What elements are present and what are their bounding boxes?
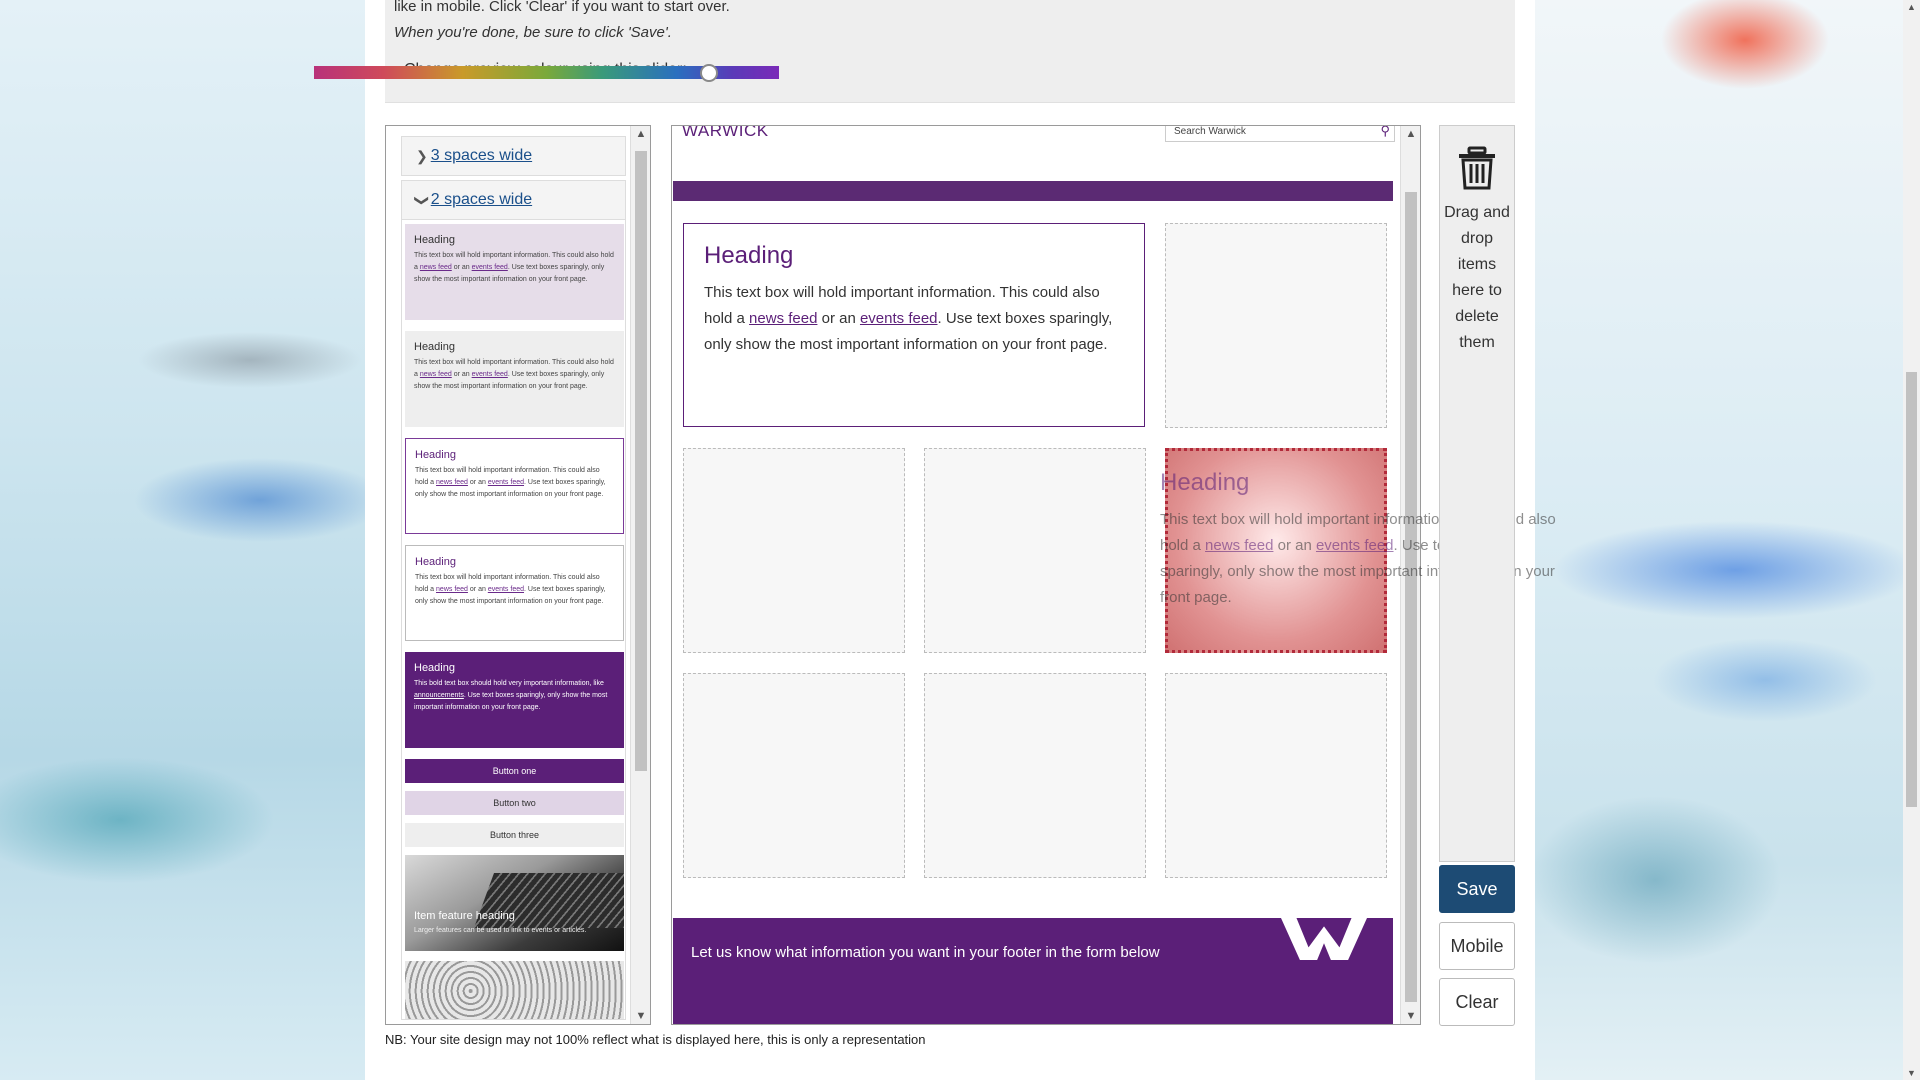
- palette-item-text: or an: [467, 479, 488, 486]
- events-feed-link: events feed: [471, 371, 508, 378]
- palette-scrollbar[interactable]: ▲ ▼: [630, 126, 650, 1024]
- palette-item-textbox-outline-grey[interactable]: Heading This text box will hold importan…: [405, 545, 624, 641]
- search-placeholder: Search Warwick: [1174, 126, 1246, 137]
- drop-cell[interactable]: [924, 448, 1146, 653]
- accordion-3-spaces-wide[interactable]: ❯ 3 spaces wide: [401, 136, 626, 176]
- palette-item-heading: Heading: [414, 234, 455, 246]
- announcements-link: announcements: [414, 692, 464, 699]
- scroll-up-icon[interactable]: ▲: [631, 128, 650, 140]
- scrollbar-thumb[interactable]: [1906, 372, 1917, 807]
- save-button[interactable]: Save: [1439, 865, 1515, 913]
- drop-cell[interactable]: [1165, 223, 1387, 428]
- dropped-textbox[interactable]: Heading This text box will hold importan…: [683, 223, 1145, 427]
- scroll-down-icon[interactable]: ▼: [631, 1010, 650, 1022]
- footer-text: Let us know what information you want in…: [691, 944, 1160, 961]
- palette-item-textbox-bold[interactable]: Heading This bold text box should hold v…: [405, 652, 624, 748]
- site-preview: WARWICK Search Warwick ⚲ Heading This te…: [671, 125, 1421, 1025]
- background-left: [0, 0, 365, 1080]
- trash-icon: [1459, 146, 1495, 190]
- delete-zone-text: Drag and drop items here to delete them: [1444, 204, 1510, 351]
- textbox-body: This text box will hold important inform…: [704, 280, 1124, 358]
- news-feed-link: news feed: [419, 371, 452, 378]
- scroll-up-icon[interactable]: ▲: [1401, 128, 1420, 140]
- feature-subtext: Larger features can be used to link to e…: [414, 927, 587, 934]
- accordion-label[interactable]: 2 spaces wide: [431, 191, 532, 209]
- palette-item-textbox-lilac[interactable]: Heading This text box will hold importan…: [405, 224, 624, 320]
- palette-item-feature-image[interactable]: [405, 961, 624, 1019]
- background-right: [1535, 0, 1920, 1080]
- search-input[interactable]: Search Warwick ⚲: [1165, 125, 1395, 142]
- drop-cell-active[interactable]: [1165, 448, 1387, 653]
- page-scrollbar[interactable]: ▲ ▼: [1903, 0, 1920, 1080]
- accordion-body: Heading This text box will hold importan…: [401, 220, 626, 1020]
- news-feed-link[interactable]: news feed: [749, 310, 817, 327]
- palette-item-feature[interactable]: Item feature heading Larger features can…: [405, 855, 624, 951]
- scrollbar-thumb[interactable]: [635, 151, 647, 771]
- colour-slider-thumb[interactable]: [700, 64, 718, 82]
- drop-cell[interactable]: [1165, 673, 1387, 878]
- scrollbar-thumb[interactable]: [1405, 192, 1417, 1002]
- palette-item-heading: Heading: [415, 556, 456, 568]
- palette-item-heading: Heading: [415, 449, 456, 461]
- drop-cell[interactable]: [683, 673, 905, 878]
- palette-item-heading: Heading: [414, 341, 455, 353]
- scroll-up-icon[interactable]: ▲: [1903, 2, 1920, 12]
- delete-drop-zone[interactable]: Drag and drop items here to delete them: [1439, 125, 1515, 862]
- palette-item-text: or an: [451, 264, 472, 271]
- palette-item-button-one[interactable]: Button one: [405, 759, 624, 783]
- preview-scrollbar[interactable]: ▲ ▼: [1400, 126, 1420, 1024]
- scroll-down-icon[interactable]: ▼: [1401, 1010, 1420, 1022]
- events-feed-link: events feed: [471, 264, 508, 271]
- palette-item-text: or an: [467, 586, 488, 593]
- palette-item-text: This bold text box should hold very impo…: [414, 680, 604, 687]
- textbox-text: or an: [817, 310, 860, 327]
- save-reminder: When you're done, be sure to click 'Save…: [394, 24, 672, 41]
- preview-footer: Let us know what information you want in…: [673, 918, 1393, 1024]
- instructions-panel: like in mobile. Click 'Clear' if you wan…: [385, 0, 1515, 103]
- scroll-down-icon[interactable]: ▼: [1903, 1068, 1920, 1078]
- news-feed-link: news feed: [436, 479, 468, 486]
- palette-item-button-two[interactable]: Button two: [405, 791, 624, 815]
- accordion-2-spaces-wide[interactable]: ❯ 2 spaces wide: [401, 180, 626, 220]
- clear-button[interactable]: Clear: [1439, 978, 1515, 1026]
- chevron-right-icon: ❯: [416, 147, 428, 164]
- palette-item-text: or an: [451, 371, 472, 378]
- chevron-down-icon: ❯: [414, 194, 431, 206]
- drop-cell[interactable]: [924, 673, 1146, 878]
- warwick-w-logo: [1281, 918, 1367, 960]
- warwick-logo: WARWICK: [682, 125, 769, 140]
- news-feed-link: news feed: [436, 586, 468, 593]
- accordion-label[interactable]: 3 spaces wide: [431, 147, 532, 165]
- drop-cell[interactable]: [683, 448, 905, 653]
- search-icon: ⚲: [1380, 125, 1390, 138]
- component-palette: ❯ 3 spaces wide ❯ 2 spaces wide Heading …: [385, 125, 651, 1025]
- palette-item-textbox-outline-purple[interactable]: Heading This text box will hold importan…: [405, 438, 624, 534]
- events-feed-link[interactable]: events feed: [860, 310, 938, 327]
- instructions-text: like in mobile. Click 'Clear' if you wan…: [394, 0, 730, 15]
- disclaimer-note: NB: Your site design may not 100% reflec…: [385, 1032, 926, 1047]
- palette-item-heading: Heading: [414, 662, 455, 674]
- events-feed-link: events feed: [487, 479, 525, 486]
- news-feed-link: news feed: [419, 264, 452, 271]
- events-feed-link: events feed: [487, 586, 525, 593]
- navigation-bar: [673, 181, 1393, 201]
- palette-item-textbox-grey[interactable]: Heading This text box will hold importan…: [405, 331, 624, 427]
- textbox-heading: Heading: [704, 242, 794, 269]
- feature-heading: Item feature heading: [414, 910, 515, 922]
- mobile-button[interactable]: Mobile: [1439, 922, 1515, 970]
- palette-item-button-three[interactable]: Button three: [405, 823, 624, 847]
